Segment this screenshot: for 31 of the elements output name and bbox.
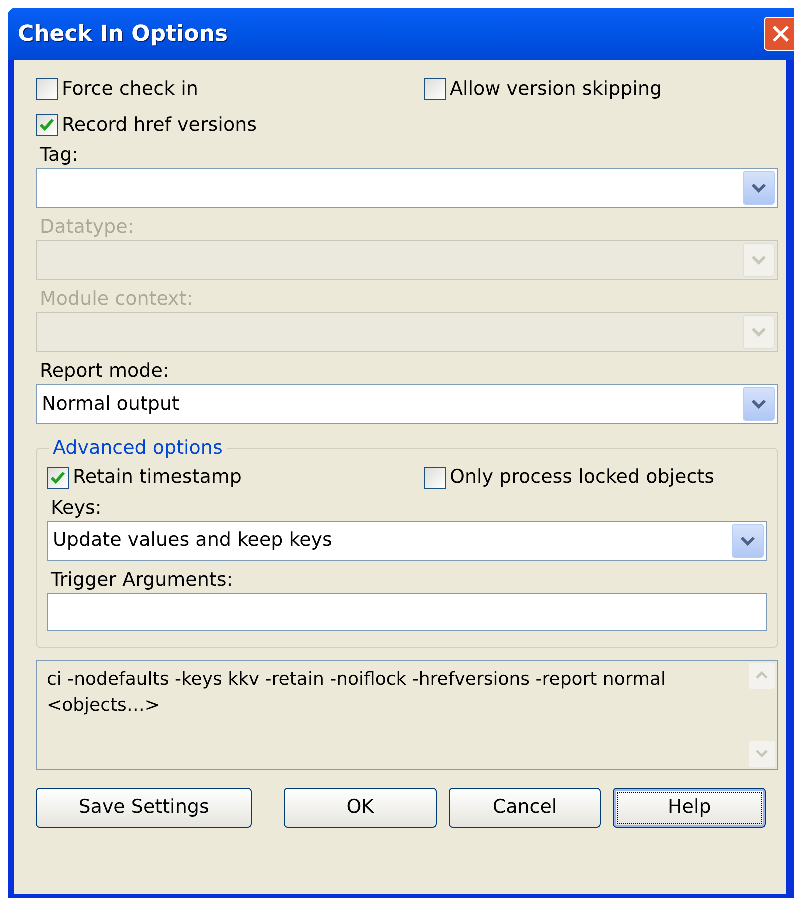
- checkbox[interactable]: [47, 466, 69, 488]
- group-title: Advanced options: [52, 436, 224, 461]
- checkbox-label: Record href versions: [62, 112, 258, 138]
- dropdown[interactable]: Update values and keep keys: [47, 520, 767, 560]
- dropdown[interactable]: Normal output: [36, 384, 778, 424]
- field-label: Report mode:: [39, 359, 170, 384]
- window-title: Check In Options: [18, 20, 228, 48]
- field-label: Trigger Arguments:: [50, 568, 234, 592]
- checkbox-label: Retain timestamp: [73, 465, 242, 490]
- checkbox[interactable]: [36, 114, 58, 136]
- checkbox[interactable]: [424, 78, 446, 100]
- checkbox-label: Allow version skipping: [450, 76, 662, 102]
- checkmark-icon: [51, 472, 65, 484]
- dialog-button[interactable]: Help: [613, 788, 766, 828]
- field-label: Keys:: [50, 496, 103, 520]
- dialog-button[interactable]: Cancel: [448, 788, 602, 828]
- checkmark-icon: [40, 119, 54, 131]
- close-icon: [772, 25, 790, 43]
- checkbox[interactable]: [36, 78, 58, 100]
- dialog-button[interactable]: OK: [284, 788, 437, 828]
- dropdown[interactable]: [36, 168, 778, 208]
- input-field[interactable]: [47, 592, 767, 630]
- checkbox-label: Force check in: [62, 76, 198, 102]
- field-label: Module context:: [39, 287, 194, 312]
- field-label: Datatype:: [39, 215, 136, 240]
- checkbox[interactable]: [424, 466, 446, 488]
- field-label: Tag:: [39, 143, 80, 168]
- dialog-button[interactable]: Save Settings: [36, 788, 252, 828]
- command-text: ci -nodefaults -keys kkv -retain -noiflock -hrefversions -report normal <objects…>: [46, 668, 668, 718]
- checkbox-label: Only process locked objects: [450, 465, 715, 490]
- close-button[interactable]: [764, 17, 794, 51]
